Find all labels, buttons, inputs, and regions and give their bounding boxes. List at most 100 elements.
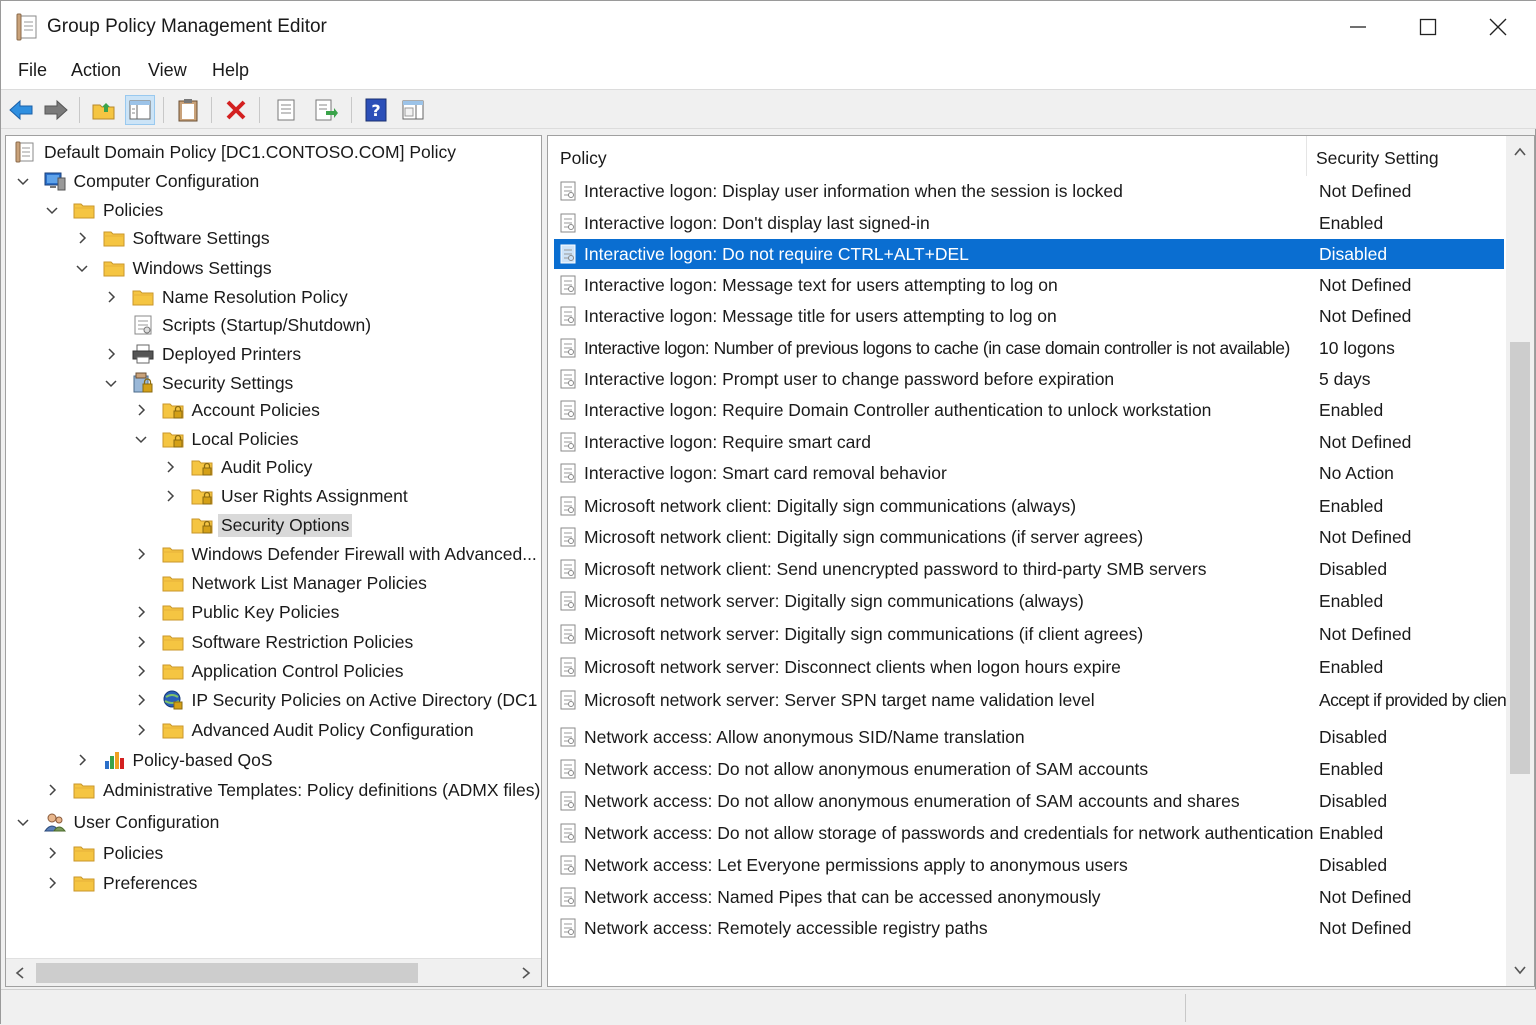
policy-row[interactable]: Microsoft network client: Digitally sign… [554,522,1504,552]
tree-item-policies[interactable]: Policies [6,839,541,867]
policy-list[interactable]: Policy Security Setting Interactive logo… [547,135,1535,987]
chevron-right-icon[interactable] [134,605,148,619]
tree-item-advanced-audit-policy-configuration[interactable]: Advanced Audit Policy Configuration [6,716,541,744]
policy-row[interactable]: Microsoft network server: Digitally sign… [554,586,1504,616]
chevron-right-icon[interactable] [104,347,118,361]
chevron-down-icon[interactable] [75,261,89,275]
menu-view[interactable]: View [148,60,187,81]
tree-item-deployed-printers[interactable]: Deployed Printers [6,340,541,368]
policy-row[interactable]: Interactive logon: Message text for user… [554,270,1504,300]
policy-row[interactable]: Microsoft network client: Send unencrypt… [554,554,1504,584]
tree-item-user-configuration[interactable]: User Configuration [6,808,541,836]
tree-item-network-list-manager-policies[interactable]: Network List Manager Policies [6,569,541,597]
chevron-right-icon[interactable] [45,876,59,890]
tree-item-scripts-startup-shutdown[interactable]: Scripts (Startup/Shutdown) [6,311,541,339]
policy-row[interactable]: Network access: Let Everyone permissions… [554,850,1504,880]
tree-item-computer-configuration[interactable]: Computer Configuration [6,167,541,195]
export-list-button[interactable] [311,95,341,125]
chevron-right-icon[interactable] [45,783,59,797]
column-header-policy[interactable]: Policy [560,148,607,169]
policy-row[interactable]: Interactive logon: Don't display last si… [554,208,1504,238]
policy-row[interactable]: Interactive logon: Prompt user to change… [554,364,1504,394]
show-action-pane-button[interactable] [398,95,428,125]
tree-item-default-domain-policy-dc1-contoso-com-policy[interactable]: Default Domain Policy [DC1.CONTOSO.COM] … [6,138,541,166]
column-header-security-setting[interactable]: Security Setting [1316,148,1439,169]
chevron-down-icon[interactable] [104,376,118,390]
policy-row[interactable]: Network access: Do not allow storage of … [554,818,1504,848]
tree-item-software-restriction-policies[interactable]: Software Restriction Policies [6,628,541,656]
back-button[interactable] [6,95,36,125]
vertical-scroll-thumb[interactable] [1510,342,1530,774]
policy-row[interactable]: Interactive logon: Display user informat… [554,176,1504,206]
policy-row[interactable]: Interactive logon: Message title for use… [554,301,1504,331]
tree-item-public-key-policies[interactable]: Public Key Policies [6,598,541,626]
tree-item-local-policies[interactable]: Local Policies [6,425,541,453]
policy-row[interactable]: Interactive logon: Require smart card Not… [554,427,1504,457]
tree-item-audit-policy[interactable]: Audit Policy [6,453,541,481]
maximize-button[interactable] [1393,1,1463,53]
help-button[interactable]: ? [361,95,391,125]
tree-item-windows-settings[interactable]: Windows Settings [6,254,541,282]
delete-button[interactable] [221,95,251,125]
properties-button[interactable] [271,95,301,125]
policy-row[interactable]: Interactive logon: Number of previous lo… [554,333,1504,363]
tree-item-software-settings[interactable]: Software Settings [6,224,541,252]
menu-help[interactable]: Help [212,60,249,81]
tree-item-security-settings[interactable]: Security Settings [6,369,541,397]
chevron-down-icon[interactable] [16,174,30,188]
scroll-right-icon[interactable] [518,965,534,981]
policy-row[interactable]: Network access: Do not allow anonymous e… [554,786,1504,816]
policy-row[interactable]: Microsoft network server: Server SPN tar… [554,685,1511,715]
policy-row[interactable]: Interactive logon: Do not require CTRL+A… [554,239,1504,269]
chevron-down-icon[interactable] [134,432,148,446]
forward-button[interactable] [41,95,71,125]
close-button[interactable] [1463,1,1533,53]
chevron-right-icon[interactable] [134,664,148,678]
tree-item-administrative-templates-policy-definitions-admx-files[interactable]: Administrative Templates: Policy definit… [6,776,541,804]
policy-row[interactable]: Network access: Remotely accessible regi… [554,913,1504,943]
scroll-down-icon[interactable] [1512,962,1528,978]
show-hide-console-tree-button[interactable] [125,95,155,125]
policy-row[interactable]: Network access: Named Pipes that can be … [554,882,1504,912]
tree-item-windows-defender-firewall-with-advanced[interactable]: Windows Defender Firewall with Advanced.… [6,540,541,568]
chevron-right-icon[interactable] [104,290,118,304]
horizontal-scrollbar[interactable] [6,958,541,986]
chevron-right-icon[interactable] [134,723,148,737]
policy-row[interactable]: Interactive logon: Require Domain Contro… [554,395,1504,425]
tree-item-user-rights-assignment[interactable]: User Rights Assignment [6,482,541,510]
chevron-right-icon[interactable] [134,635,148,649]
policy-row[interactable]: Network access: Do not allow anonymous e… [554,754,1504,784]
tree-item-account-policies[interactable]: Account Policies [6,396,541,424]
chevron-right-icon[interactable] [75,753,89,767]
chevron-down-icon[interactable] [16,815,30,829]
chevron-right-icon[interactable] [163,460,177,474]
menu-action[interactable]: Action [71,60,121,81]
minimize-button[interactable] [1323,1,1393,53]
tree-item-security-options[interactable]: Security Options [6,511,541,539]
chevron-right-icon[interactable] [163,489,177,503]
vertical-scrollbar[interactable] [1506,136,1534,986]
chevron-right-icon[interactable] [75,231,89,245]
tree-item-name-resolution-policy[interactable]: Name Resolution Policy [6,283,541,311]
chevron-right-icon[interactable] [134,547,148,561]
policy-row[interactable]: Interactive logon: Smart card removal be… [554,458,1504,488]
tree-item-preferences[interactable]: Preferences [6,869,541,897]
policy-row[interactable]: Microsoft network server: Disconnect cli… [554,652,1504,682]
policy-row[interactable]: Network access: Allow anonymous SID/Name… [554,722,1504,752]
tree-item-policies[interactable]: Policies [6,196,541,224]
scroll-left-icon[interactable] [12,965,28,981]
policy-row[interactable]: Microsoft network server: Digitally sign… [554,619,1504,649]
tree-item-policy-based-qos[interactable]: Policy-based QoS [6,746,541,774]
tree-item-application-control-policies[interactable]: Application Control Policies [6,657,541,685]
tree-item-ip-security-policies-on-active-directory-dc1[interactable]: IP Security Policies on Active Directory… [6,686,541,714]
chevron-down-icon[interactable] [45,203,59,217]
console-tree[interactable]: Default Domain Policy [DC1.CONTOSO.COM] … [5,135,542,987]
scroll-up-icon[interactable] [1512,144,1528,160]
chevron-right-icon[interactable] [134,693,148,707]
up-one-level-button[interactable] [89,95,119,125]
menu-file[interactable]: File [18,60,47,81]
policy-row[interactable]: Microsoft network client: Digitally sign… [554,491,1504,521]
chevron-right-icon[interactable] [134,403,148,417]
paste-button[interactable] [173,95,203,125]
chevron-right-icon[interactable] [45,846,59,860]
